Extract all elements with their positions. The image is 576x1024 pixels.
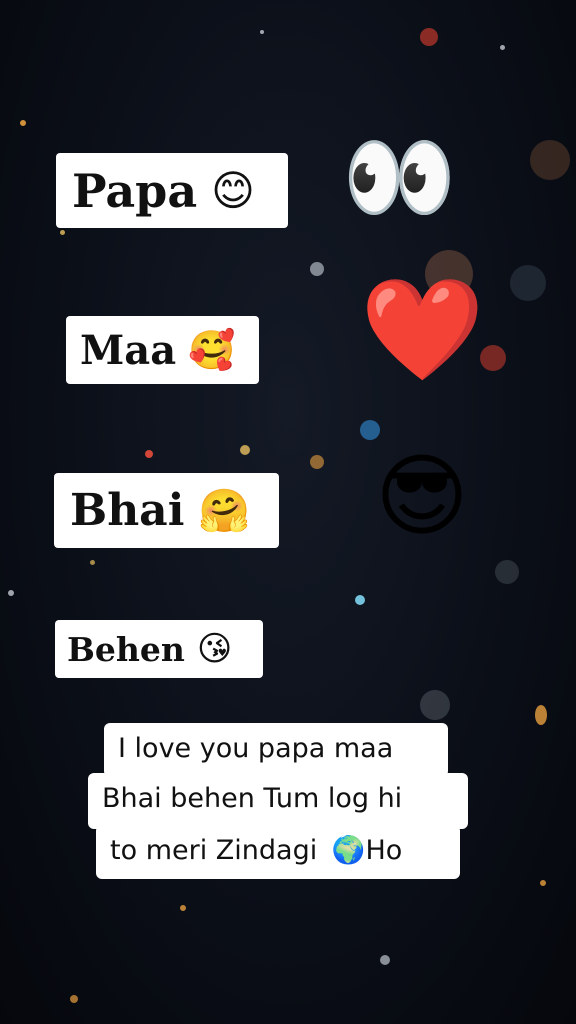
bokeh-dot [70, 995, 78, 1003]
bokeh-dot [420, 690, 450, 720]
papa-label: Papa 😊 [56, 153, 288, 228]
papa-text: Papa [72, 163, 198, 218]
bokeh-dot [8, 590, 14, 596]
bokeh-dot [180, 905, 186, 911]
bokeh-dot [495, 560, 519, 584]
bokeh-dot [20, 120, 26, 126]
maa-text: Maa [80, 326, 177, 374]
sunglasses-face-icon: 😎 [375, 444, 469, 549]
bokeh-dot [360, 420, 380, 440]
caption-text-2: Bhai behen Tum log hi [102, 783, 403, 814]
face-blowing-kiss-icon: 😘 [196, 629, 233, 669]
caption-line-1: I love you papa maa [104, 723, 448, 777]
caption-line-2: Bhai behen Tum log hi [88, 773, 468, 829]
bokeh-dot [535, 705, 547, 725]
bokeh-dot [310, 262, 324, 276]
red-heart-icon: ❤️ [360, 271, 485, 388]
caption-line-3: to meri Zindagi 🌍Ho [96, 825, 460, 879]
behen-text: Behen [67, 629, 185, 669]
behen-label: Behen 😘 [55, 620, 263, 678]
bhai-text: Bhai [70, 485, 185, 536]
bokeh-dot [500, 45, 505, 50]
smiling-face-icon: 😊 [211, 166, 255, 215]
bokeh-dot [310, 455, 324, 469]
bokeh-dot [380, 955, 390, 965]
bokeh-dot [60, 230, 65, 235]
bokeh-dot [420, 28, 438, 46]
bokeh-dot [145, 450, 153, 458]
eyes-icon: 👀 [342, 124, 457, 231]
bokeh-dot [510, 265, 546, 301]
caption-text-1: I love you papa maa [118, 733, 394, 764]
maa-label: Maa 🥰 [66, 316, 259, 384]
smiling-face-with-hearts-icon: 🥰 [188, 327, 236, 372]
globe-icon: 🌍 [331, 835, 366, 866]
bokeh-dot [240, 445, 250, 455]
bokeh-dot [260, 30, 264, 34]
bokeh-dot [540, 880, 546, 886]
caption-text-3-end: Ho [365, 835, 403, 866]
bokeh-dot [90, 560, 95, 565]
hugging-face-icon: 🤗 [198, 485, 251, 535]
bokeh-dot [530, 140, 570, 180]
bokeh-dot [355, 595, 365, 605]
bhai-label: Bhai 🤗 [54, 473, 279, 548]
caption-text-3: to meri Zindagi [110, 835, 318, 866]
